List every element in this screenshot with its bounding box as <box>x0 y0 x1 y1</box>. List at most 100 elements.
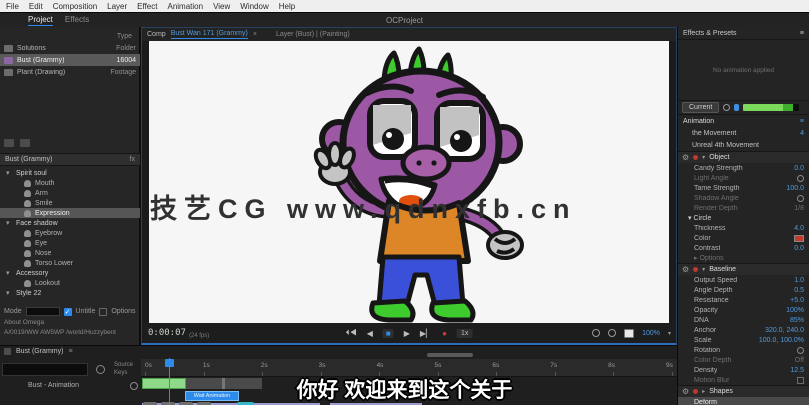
property-value[interactable]: 4.0 <box>794 225 804 232</box>
property-row[interactable]: Scale 100.0, 100.0% <box>678 335 809 345</box>
animation-row[interactable]: the Movement 4 <box>678 127 809 139</box>
menu-file[interactable]: File <box>6 2 19 11</box>
snapshot-icon[interactable] <box>608 329 617 337</box>
angle-dial-icon[interactable] <box>797 174 804 182</box>
composition-canvas[interactable]: 技艺CG www.qdnxfb.cn <box>149 41 669 324</box>
tab-effects[interactable]: Effects <box>65 15 89 26</box>
active-comp-row[interactable]: Bust (Grammy) fx <box>0 153 140 166</box>
speed-button[interactable]: 1x <box>457 328 473 338</box>
property-row[interactable]: Resistance +5.0 <box>678 295 809 305</box>
tree-group-style[interactable]: ▾ Style 22 <box>0 288 140 298</box>
comp-tab-name[interactable]: Bust Wan 171 (Grammy) <box>170 30 248 39</box>
gear-icon[interactable]: ⚙ <box>682 387 689 396</box>
property-row[interactable]: Angle Depth 0.5 <box>678 285 809 295</box>
timeline-tab[interactable]: Bust (Grammy) ≡ <box>4 348 73 355</box>
chevron-down-icon[interactable]: ▾ <box>668 330 671 337</box>
menu-view[interactable]: View <box>213 2 230 11</box>
clip-wait-animation[interactable]: Wait Animation <box>185 391 239 401</box>
background-color-swatch[interactable] <box>624 328 635 338</box>
camera-icon[interactable] <box>723 104 731 111</box>
checkbox[interactable] <box>797 376 804 384</box>
gear-icon[interactable]: ⚙ <box>682 153 689 162</box>
menu-edit[interactable]: Edit <box>29 2 43 11</box>
property-row[interactable]: Output Speed 1.0 <box>678 275 809 285</box>
menu-effect[interactable]: Effect <box>137 2 157 11</box>
chevron-down-icon[interactable]: ▾ <box>702 266 705 273</box>
animation-row-value[interactable]: 4 <box>800 130 804 137</box>
options-checkbox[interactable] <box>99 307 108 316</box>
property-value[interactable]: 0.5 <box>794 287 804 294</box>
layer-tab-label[interactable]: Layer (Bust) | (Painting) <box>276 31 350 38</box>
angle-dial-icon[interactable] <box>797 346 804 354</box>
tree-item-nose[interactable]: Nose <box>0 248 140 258</box>
panel-menu-icon[interactable]: ≡ <box>800 30 804 37</box>
chevron-down-icon[interactable]: ▾ <box>6 269 12 277</box>
menu-help[interactable]: Help <box>279 2 295 11</box>
record-button[interactable]: ● <box>442 329 447 338</box>
chevron-down-icon[interactable]: ▾ <box>6 169 12 177</box>
play-button[interactable]: ▶ <box>404 329 410 338</box>
property-row[interactable]: Thickness 4.0 <box>678 223 809 233</box>
tree-group-spirit[interactable]: ▾ Spirit soul <box>0 168 140 178</box>
property-row[interactable]: Color Depth Off <box>678 355 809 365</box>
menu-icon[interactable]: ≡ <box>800 118 804 125</box>
property-value[interactable]: 12.5 <box>790 367 804 374</box>
property-value[interactable]: 0.0 <box>794 165 804 172</box>
tree-item-ear[interactable]: Ear <box>0 298 140 300</box>
effect-group-object[interactable]: ⚙ ▾ Object <box>678 151 809 163</box>
property-value[interactable]: +5.0 <box>790 297 804 304</box>
tree-item-arm[interactable]: Arm <box>0 188 140 198</box>
property-row[interactable]: Color <box>678 233 809 243</box>
stop-button[interactable]: ■ <box>382 328 394 338</box>
property-row[interactable]: Anchor 320.0, 240.0 <box>678 325 809 335</box>
tree-item-torso[interactable]: Torso Lower <box>0 258 140 268</box>
property-value[interactable]: 1/8 <box>794 205 804 212</box>
region-of-interest-icon[interactable] <box>592 329 601 337</box>
property-row[interactable]: Tame Strength 100.0 <box>678 183 809 193</box>
property-value[interactable]: 100.0, 100.0% <box>759 337 804 344</box>
property-value[interactable]: Off <box>795 357 804 364</box>
chevron-down-icon[interactable]: ▾ <box>6 289 12 297</box>
stopwatch-icon[interactable] <box>96 365 105 374</box>
menu-layer[interactable]: Layer <box>107 2 127 11</box>
property-row[interactable]: Shadow Angle <box>678 193 809 203</box>
layer-marker[interactable] <box>222 378 225 389</box>
property-value[interactable]: 100.0 <box>786 185 804 192</box>
new-comp-icon[interactable] <box>20 139 30 147</box>
animation-row[interactable]: Unreal 4th Movement <box>678 139 809 151</box>
angle-dial-icon[interactable] <box>797 194 804 202</box>
tab-project[interactable]: Project <box>28 15 53 26</box>
color-swatch[interactable] <box>794 234 804 242</box>
current-button[interactable]: Current <box>682 102 720 113</box>
property-row-deform[interactable]: Deform <box>678 397 809 405</box>
effect-group-shapes[interactable]: ⚙ ▸ Shapes <box>678 385 809 397</box>
effect-group-baseline[interactable]: ⚙ ▾ Baseline <box>678 263 809 275</box>
chevron-down-icon[interactable]: ▾ <box>702 154 705 161</box>
menu-icon[interactable]: ≡ <box>68 348 72 355</box>
fx-icon[interactable] <box>130 382 138 390</box>
tree-item-lookout[interactable]: Lookout <box>0 278 140 288</box>
first-frame-button[interactable]: ⏴◀ <box>346 328 357 338</box>
playhead-line[interactable] <box>169 358 170 405</box>
tree-item-eye[interactable]: Eye <box>0 238 140 248</box>
property-value[interactable]: 100% <box>786 307 804 314</box>
new-folder-icon[interactable] <box>4 139 14 147</box>
project-row-plant[interactable]: Plant (Drawing) Footage <box>0 66 140 78</box>
property-row[interactable]: Render Depth 1/8 <box>678 203 809 213</box>
previous-frame-button[interactable]: ◀ <box>367 329 373 338</box>
property-row[interactable]: Density 12.5 <box>678 365 809 375</box>
property-row[interactable]: Opacity 100% <box>678 305 809 315</box>
project-column-header[interactable]: Type <box>0 30 140 42</box>
menu-composition[interactable]: Composition <box>53 2 97 11</box>
tree-item-eyebrow[interactable]: Eyebrow <box>0 228 140 238</box>
close-icon[interactable]: × <box>253 31 257 38</box>
tree-item-mouth[interactable]: Mouth <box>0 178 140 188</box>
property-value[interactable]: 320.0, 240.0 <box>765 327 804 334</box>
menu-window[interactable]: Window <box>240 2 268 11</box>
menu-animation[interactable]: Animation <box>167 2 203 11</box>
property-row[interactable]: Light Angle <box>678 173 809 183</box>
property-row[interactable]: Motion Blur <box>678 375 809 385</box>
tree-group-face[interactable]: ▾ Face shadow <box>0 218 140 228</box>
property-value[interactable]: 0.0 <box>794 245 804 252</box>
property-row[interactable]: ▸ Options <box>678 253 809 263</box>
